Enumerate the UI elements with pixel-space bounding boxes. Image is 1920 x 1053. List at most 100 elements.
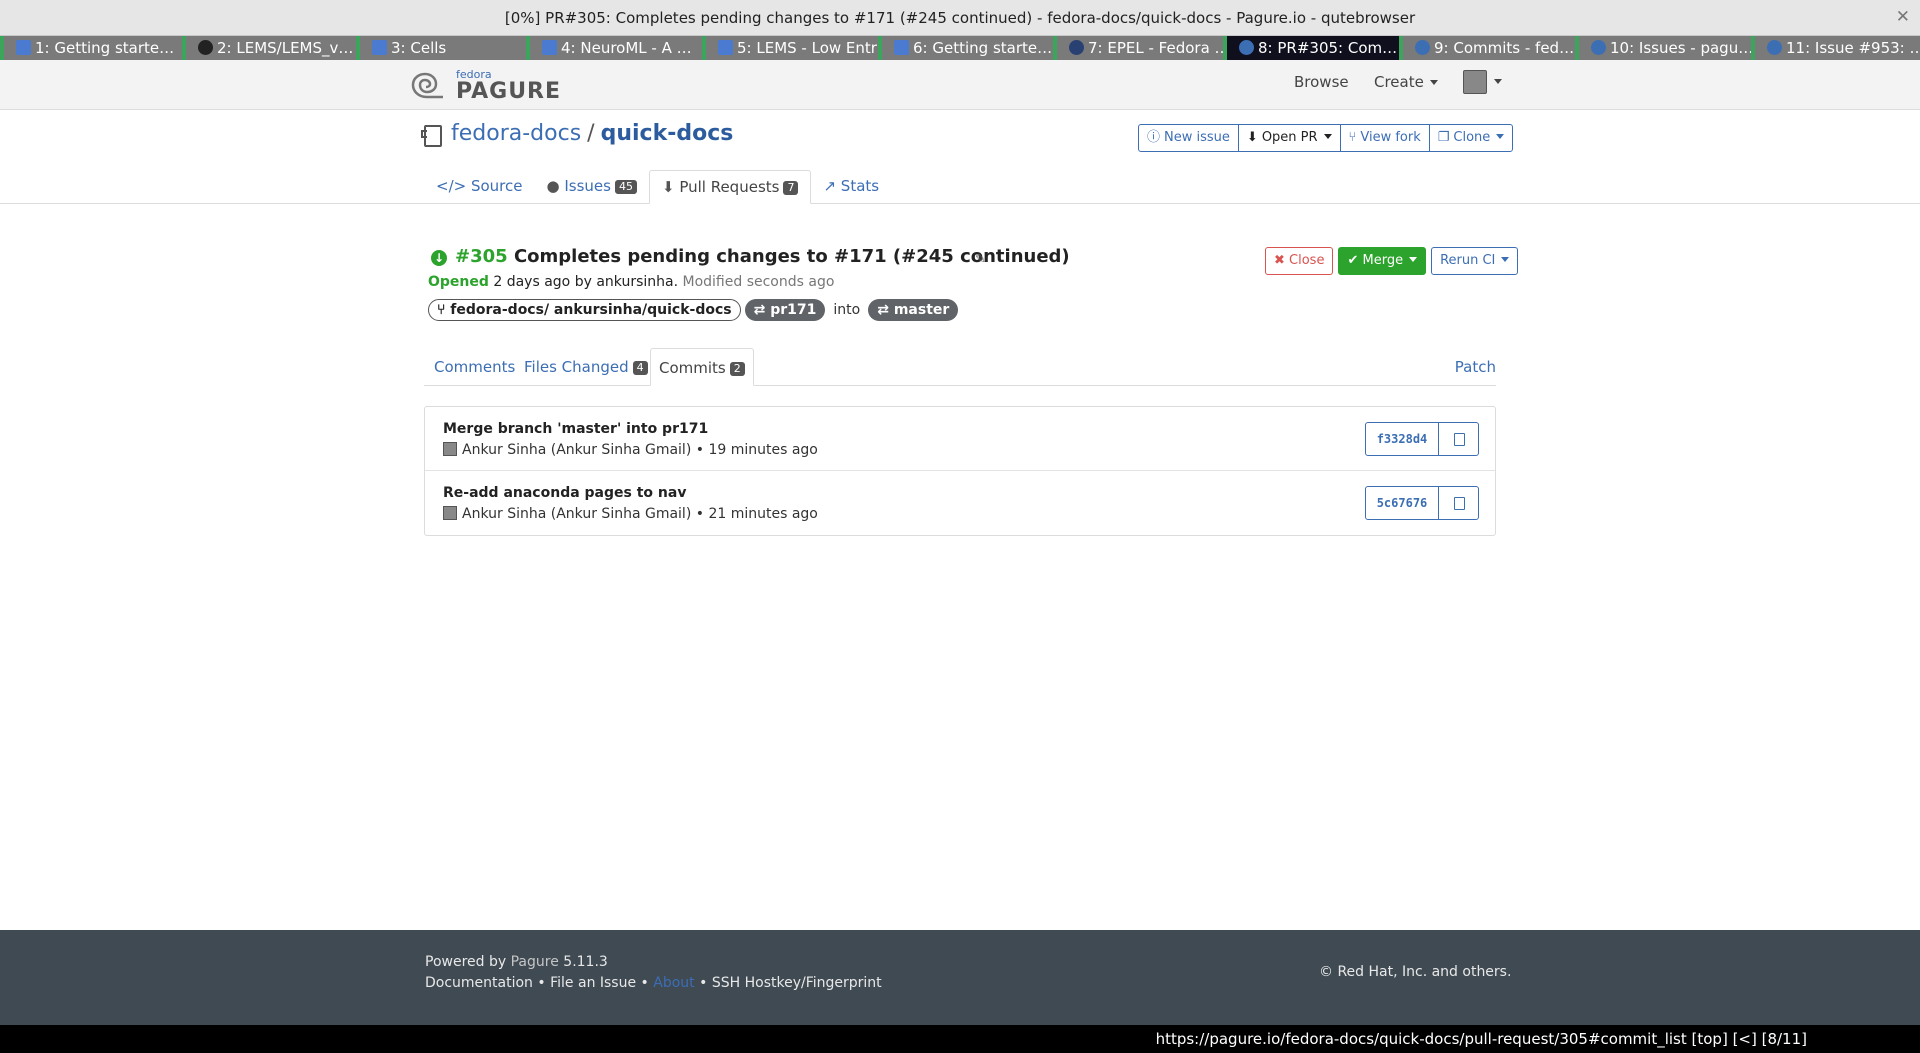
commit-author-text: Ankur Sinha (Ankur Sinha Gmail) • 21 min… [462, 506, 818, 522]
new-issue-button[interactable]: ⓘ New issue [1138, 124, 1239, 152]
documentation-link[interactable]: Documentation [425, 975, 533, 991]
tab-commits[interactable]: Commits 2 [650, 348, 754, 386]
commit-hash-button[interactable]: f3328d4 [1365, 422, 1439, 456]
tab-label: 2: LEMS/LEMS_v… [217, 39, 354, 57]
chevron-down-icon [1501, 257, 1510, 262]
commit-author: Ankur Sinha (Ankur Sinha Gmail) • 19 min… [443, 442, 818, 458]
pagure-spiral-icon [411, 72, 443, 99]
commits-count-badge: 2 [729, 362, 745, 376]
chevron-down-icon [1323, 134, 1332, 139]
window-title: [0%] PR#305: Completes pending changes t… [504, 9, 1416, 27]
commit-message[interactable]: Re-add anaconda pages to nav [443, 485, 686, 501]
browser-tab-4[interactable]: 4: NeuroML - A … [526, 36, 702, 60]
tab-issues[interactable]: ● Issues 45 [535, 170, 649, 204]
code-icon: </> [436, 177, 471, 195]
repository-icon [421, 125, 442, 147]
rerun-ci-button[interactable]: Rerun CI [1431, 247, 1519, 275]
create-label: Create [1374, 73, 1424, 91]
clone-button[interactable]: ❐ Clone [1428, 124, 1514, 152]
pr-modified-text: Modified seconds ago [682, 274, 835, 290]
clone-label: Clone [1453, 130, 1491, 145]
logo-pagure-text: PAGURE [456, 79, 562, 104]
random-icon: ⇄ [877, 302, 889, 318]
pr-status-label: Opened [428, 274, 489, 290]
pagure-icon [1415, 40, 1430, 55]
pr-branches: ⑂ fedora-docs/ ankursinha/quick-docs ⇄ p… [428, 299, 959, 321]
commit-hash-group: f3328d4 [1365, 422, 1479, 456]
footer-bullet: • [699, 975, 708, 991]
repo-header: fedora-docs / quick-docs ⓘ New issue ⬇ Open … [0, 110, 1920, 204]
powered-by: Powered by Pagure 5.11.3 [425, 954, 608, 970]
open-pr-label: Open PR [1261, 130, 1318, 145]
edit-pencil-icon[interactable]: ✎ [975, 252, 986, 267]
merge-button[interactable]: ✔ Merge [1338, 247, 1427, 275]
repo-separator: / [587, 121, 595, 146]
browser-tab-7[interactable]: 7: EPEL - Fedora … [1053, 36, 1223, 60]
tab-stats-label: Stats [840, 177, 880, 195]
avatar [443, 442, 457, 456]
issues-count-badge: 45 [614, 180, 637, 194]
open-pr-button[interactable]: ⬇ Open PR [1237, 124, 1341, 152]
patch-link[interactable]: Patch [1455, 348, 1496, 386]
tab-pull-requests[interactable]: ⬇ Pull Requests 7 [648, 170, 812, 204]
browse-link[interactable]: Browse [1294, 73, 1349, 91]
browser-tab-9[interactable]: 9: Commits - fed… [1399, 36, 1575, 60]
browser-tab-10[interactable]: 10: Issues - pagu… [1575, 36, 1751, 60]
into-label: into [833, 302, 861, 318]
tab-files-changed[interactable]: Files Changed 4 [524, 348, 648, 386]
browser-tab-11[interactable]: 11: Issue #953: … [1751, 36, 1920, 60]
check-icon: ✔ [1347, 253, 1363, 268]
browser-tab-1[interactable]: 1: Getting starte… [0, 36, 182, 60]
tab-source[interactable]: </> Source [424, 170, 535, 204]
pr-meta: Opened 2 days ago by ankursinha. Modifie… [428, 274, 834, 290]
about-link[interactable]: About [653, 975, 694, 991]
tab-label: 3: Cells [391, 39, 447, 57]
create-menu[interactable]: Create [1374, 73, 1438, 91]
commit-row: Re-add anaconda pages to nav Ankur Sinha… [425, 471, 1495, 535]
tab-label: 1: Getting starte… [35, 39, 175, 57]
pull-requests-count-badge: 7 [783, 181, 799, 195]
browser-tab-2[interactable]: 2: LEMS/LEMS_v… [182, 36, 356, 60]
browser-tab-6[interactable]: 6: Getting starte… [878, 36, 1053, 60]
browser-statusbar: https://pagure.io/fedora-docs/quick-docs… [0, 1025, 1920, 1053]
view-fork-button[interactable]: ⑂ View fork [1339, 124, 1430, 152]
copyright: © Red Hat, Inc. and others. [1319, 964, 1512, 980]
source-branch-pill[interactable]: ⇄ pr171 [744, 299, 826, 321]
merge-label: Merge [1362, 253, 1404, 268]
tab-pull-requests-label: Pull Requests [679, 178, 780, 196]
ssh-hostkey-link[interactable]: SSH Hostkey/Fingerprint [712, 975, 882, 991]
rerun-ci-label: Rerun CI [1440, 253, 1496, 268]
browse-files-button[interactable] [1438, 422, 1479, 456]
file-issue-link[interactable]: File an Issue [550, 975, 636, 991]
fork-icon: ⑂ [437, 302, 446, 318]
commit-message[interactable]: Merge branch 'master' into pr171 [443, 421, 708, 437]
tab-label: 6: Getting starte… [913, 39, 1053, 57]
repo-name-link[interactable]: quick-docs [601, 121, 734, 146]
tab-label: 11: Issue #953: … [1786, 39, 1920, 57]
browser-tab-bar: 1: Getting starte… 2: LEMS/LEMS_v… 3: Ce… [0, 36, 1920, 60]
chevron-down-icon[interactable] [1494, 79, 1502, 84]
pr-title-text: Completes pending changes to #171 (#245 … [513, 246, 1070, 267]
pr-open-icon: ↓ [431, 250, 447, 266]
browse-files-button[interactable] [1438, 486, 1479, 520]
close-pr-button[interactable]: ✖ Close [1265, 247, 1334, 275]
github-icon [198, 40, 213, 55]
patch-label: Patch [1454, 358, 1496, 376]
pagure-link[interactable]: Pagure [511, 954, 559, 970]
site-header: fedora PAGURE Browse Create [0, 60, 1920, 110]
pagure-logo[interactable]: fedora PAGURE [410, 68, 560, 104]
pr-number: #305 [455, 246, 508, 267]
window-close-icon[interactable]: ✕ [1896, 7, 1910, 27]
tab-stats[interactable]: ↗ Stats [811, 170, 891, 204]
repo-namespace-link[interactable]: fedora-docs [451, 121, 581, 146]
tab-comments[interactable]: Comments [434, 348, 515, 386]
source-repo-pill[interactable]: ⑂ fedora-docs/ ankursinha/quick-docs [428, 299, 741, 321]
user-avatar[interactable] [1463, 70, 1487, 94]
target-branch-pill[interactable]: ⇄ master [868, 299, 959, 321]
browser-tab-8[interactable]: 8: PR#305: Com… [1223, 36, 1399, 60]
commit-hash-button[interactable]: 5c67676 [1365, 486, 1439, 520]
pagure-icon [1591, 40, 1606, 55]
commit-list: Merge branch 'master' into pr171 Ankur S… [424, 406, 1496, 536]
browser-tab-3[interactable]: 3: Cells [356, 36, 526, 60]
browser-tab-5[interactable]: 5: LEMS - Low Entr… [702, 36, 878, 60]
